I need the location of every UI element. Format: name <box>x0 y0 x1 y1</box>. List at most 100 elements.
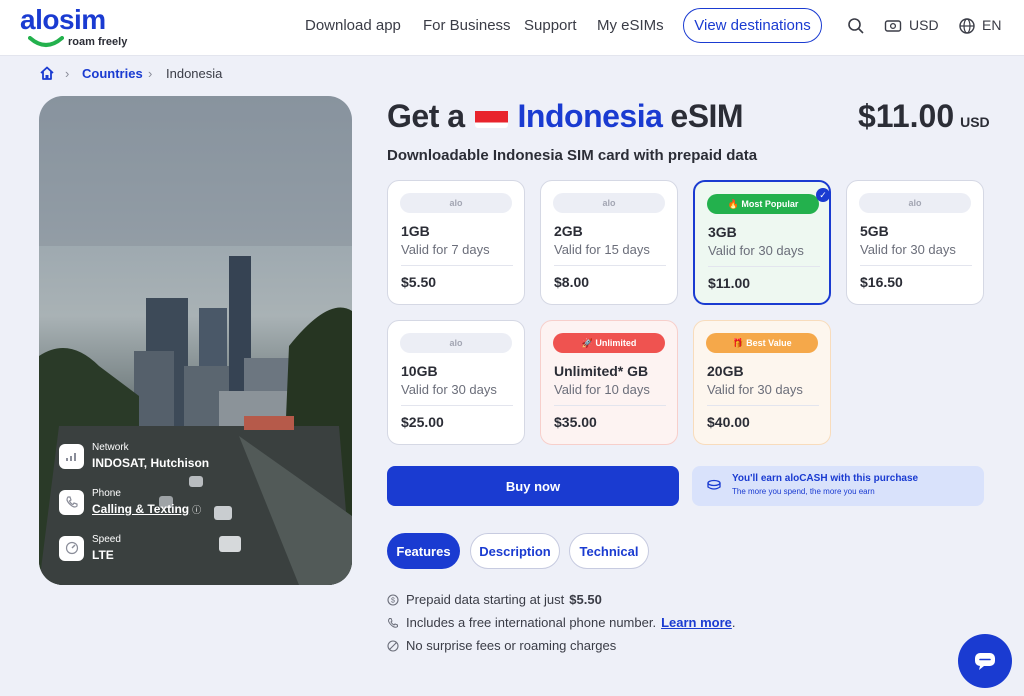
plan-data: 20GB <box>707 363 744 379</box>
nav-my-esims[interactable]: My eSIMs <box>597 17 664 34</box>
coins-icon <box>707 479 721 490</box>
plan-data: 5GB <box>860 223 889 239</box>
plan-price: $8.00 <box>554 274 590 290</box>
title-prefix: Get a <box>387 98 465 134</box>
breadcrumb-countries[interactable]: Countries <box>82 66 143 81</box>
plan-badge: alo <box>400 333 512 353</box>
currency-icon[interactable] <box>884 17 902 35</box>
price-value: $11.00 <box>858 98 955 134</box>
divider <box>860 265 972 266</box>
unlimited-badge: 🚀 Unlimited <box>553 333 665 353</box>
title-suffix: eSIM <box>670 98 744 134</box>
plan-card-3gb-selected[interactable]: 🔥 Most Popular ✓ 3GB Valid for 30 days $… <box>693 180 831 305</box>
most-popular-badge: 🔥 Most Popular <box>707 194 819 214</box>
selected-price: $11.00 USD <box>858 98 990 135</box>
plan-card-2gb[interactable]: alo 2GB Valid for 15 days $8.00 <box>540 180 678 305</box>
divider <box>707 405 819 406</box>
alocash-banner: You'll earn aloCASH with this purchase T… <box>692 466 984 506</box>
feature-price: $5.50 <box>569 592 602 607</box>
plan-card-20gb[interactable]: 🎁 Best Value 20GB Valid for 30 days $40.… <box>693 320 831 445</box>
globe-icon[interactable] <box>958 17 976 35</box>
breadcrumb-current: Indonesia <box>166 66 223 81</box>
divider <box>554 405 666 406</box>
plan-badge: alo <box>859 193 971 213</box>
plan-card-5gb[interactable]: alo 5GB Valid for 30 days $16.50 <box>846 180 984 305</box>
feature-text: Prepaid data starting at just <box>406 592 565 607</box>
network-label: Network <box>92 442 129 453</box>
plan-validity: Valid for 7 days <box>401 242 490 257</box>
plan-badge: alo <box>553 193 665 213</box>
tab-description[interactable]: Description <box>470 533 560 569</box>
plan-badge: alo <box>400 193 512 213</box>
buy-now-button[interactable]: Buy now <box>387 466 679 506</box>
nav-for-business[interactable]: For Business <box>423 17 511 34</box>
logo-tagline: roam freely <box>68 36 128 48</box>
speed-label: Speed <box>92 534 121 545</box>
page-title: Get a Indonesia eSIM <box>387 98 744 135</box>
plan-data: 1GB <box>401 223 430 239</box>
plan-validity: Valid for 30 days <box>707 382 803 397</box>
plan-data: Unlimited* GB <box>554 363 649 379</box>
plan-card-1gb[interactable]: alo 1GB Valid for 7 days $5.50 <box>387 180 525 305</box>
home-icon[interactable] <box>39 65 55 81</box>
feature-period: . <box>731 615 736 630</box>
plan-data: 10GB <box>401 363 438 379</box>
divider <box>401 405 513 406</box>
breadcrumb-separator: › <box>65 66 70 81</box>
divider <box>554 265 666 266</box>
alosim-logo[interactable]: alosim roam freely <box>20 4 140 48</box>
page-subtitle: Downloadable Indonesia SIM card with pre… <box>387 147 758 164</box>
divider <box>708 266 820 267</box>
logo-smile-icon <box>28 36 64 47</box>
top-header: alosim roam freely Download app For Busi… <box>0 0 1024 56</box>
phone-info: Phone Calling & Texting ⓘ <box>59 488 201 516</box>
tab-technical[interactable]: Technical <box>569 533 649 569</box>
feature-item: Includes a free international phone numb… <box>387 615 736 630</box>
currency-selector[interactable]: USD <box>909 17 939 33</box>
signal-icon <box>59 443 84 469</box>
best-value-badge: 🎁 Best Value <box>706 333 818 353</box>
alocash-subtitle: The more you spend, the more you earn <box>732 487 875 496</box>
plan-card-unlimited[interactable]: 🚀 Unlimited Unlimited* GB Valid for 10 d… <box>540 320 678 445</box>
info-icon[interactable]: ⓘ <box>192 503 201 516</box>
no-roaming-icon <box>387 639 399 652</box>
nav-support[interactable]: Support <box>524 17 577 34</box>
price-currency: USD <box>960 114 990 130</box>
search-icon[interactable] <box>847 17 865 35</box>
network-info: Network INDOSAT, Hutchison <box>59 442 209 470</box>
phone-value[interactable]: Calling & Texting <box>92 502 189 516</box>
view-destinations-button[interactable]: View destinations <box>683 8 822 43</box>
plan-validity: Valid for 30 days <box>860 242 956 257</box>
feature-text: No surprise fees or roaming charges <box>406 638 617 653</box>
feature-text: Includes a free international phone numb… <box>406 615 657 630</box>
plan-validity: Valid for 30 days <box>401 382 497 397</box>
speedometer-icon <box>59 535 84 561</box>
plan-price: $35.00 <box>554 414 597 430</box>
plan-price: $25.00 <box>401 414 444 430</box>
alocash-title: You'll earn aloCASH with this purchase <box>732 473 919 484</box>
logo-wordmark: alosim <box>20 4 106 35</box>
plan-price: $40.00 <box>707 414 750 430</box>
plan-data: 2GB <box>554 223 583 239</box>
plan-card-10gb[interactable]: alo 10GB Valid for 30 days $25.00 <box>387 320 525 445</box>
plan-validity: Valid for 10 days <box>554 382 650 397</box>
chat-bubble-icon <box>975 653 995 670</box>
language-selector[interactable]: EN <box>982 17 1001 33</box>
feature-item: $ Prepaid data starting at just $5.50 <box>387 592 602 607</box>
plan-price: $5.50 <box>401 274 437 290</box>
chat-button[interactable] <box>958 634 1012 688</box>
network-value: INDOSAT, Hutchison <box>92 456 210 470</box>
feature-item: No surprise fees or roaming charges <box>387 638 616 653</box>
plan-validity: Valid for 30 days <box>708 243 804 258</box>
nav-download-app[interactable]: Download app <box>305 17 401 34</box>
plan-validity: Valid for 15 days <box>554 242 650 257</box>
speed-info: Speed LTE <box>59 534 121 562</box>
tab-features[interactable]: Features <box>387 533 460 569</box>
country-photo: Network INDOSAT, Hutchison Phone Calling &… <box>39 96 352 585</box>
learn-more-link[interactable]: Learn more <box>661 615 732 630</box>
svg-text:$: $ <box>391 597 395 604</box>
breadcrumb-separator: › <box>148 66 153 81</box>
phone-icon <box>59 489 84 515</box>
phone-label: Phone <box>92 488 121 499</box>
plan-price: $11.00 <box>708 275 751 291</box>
